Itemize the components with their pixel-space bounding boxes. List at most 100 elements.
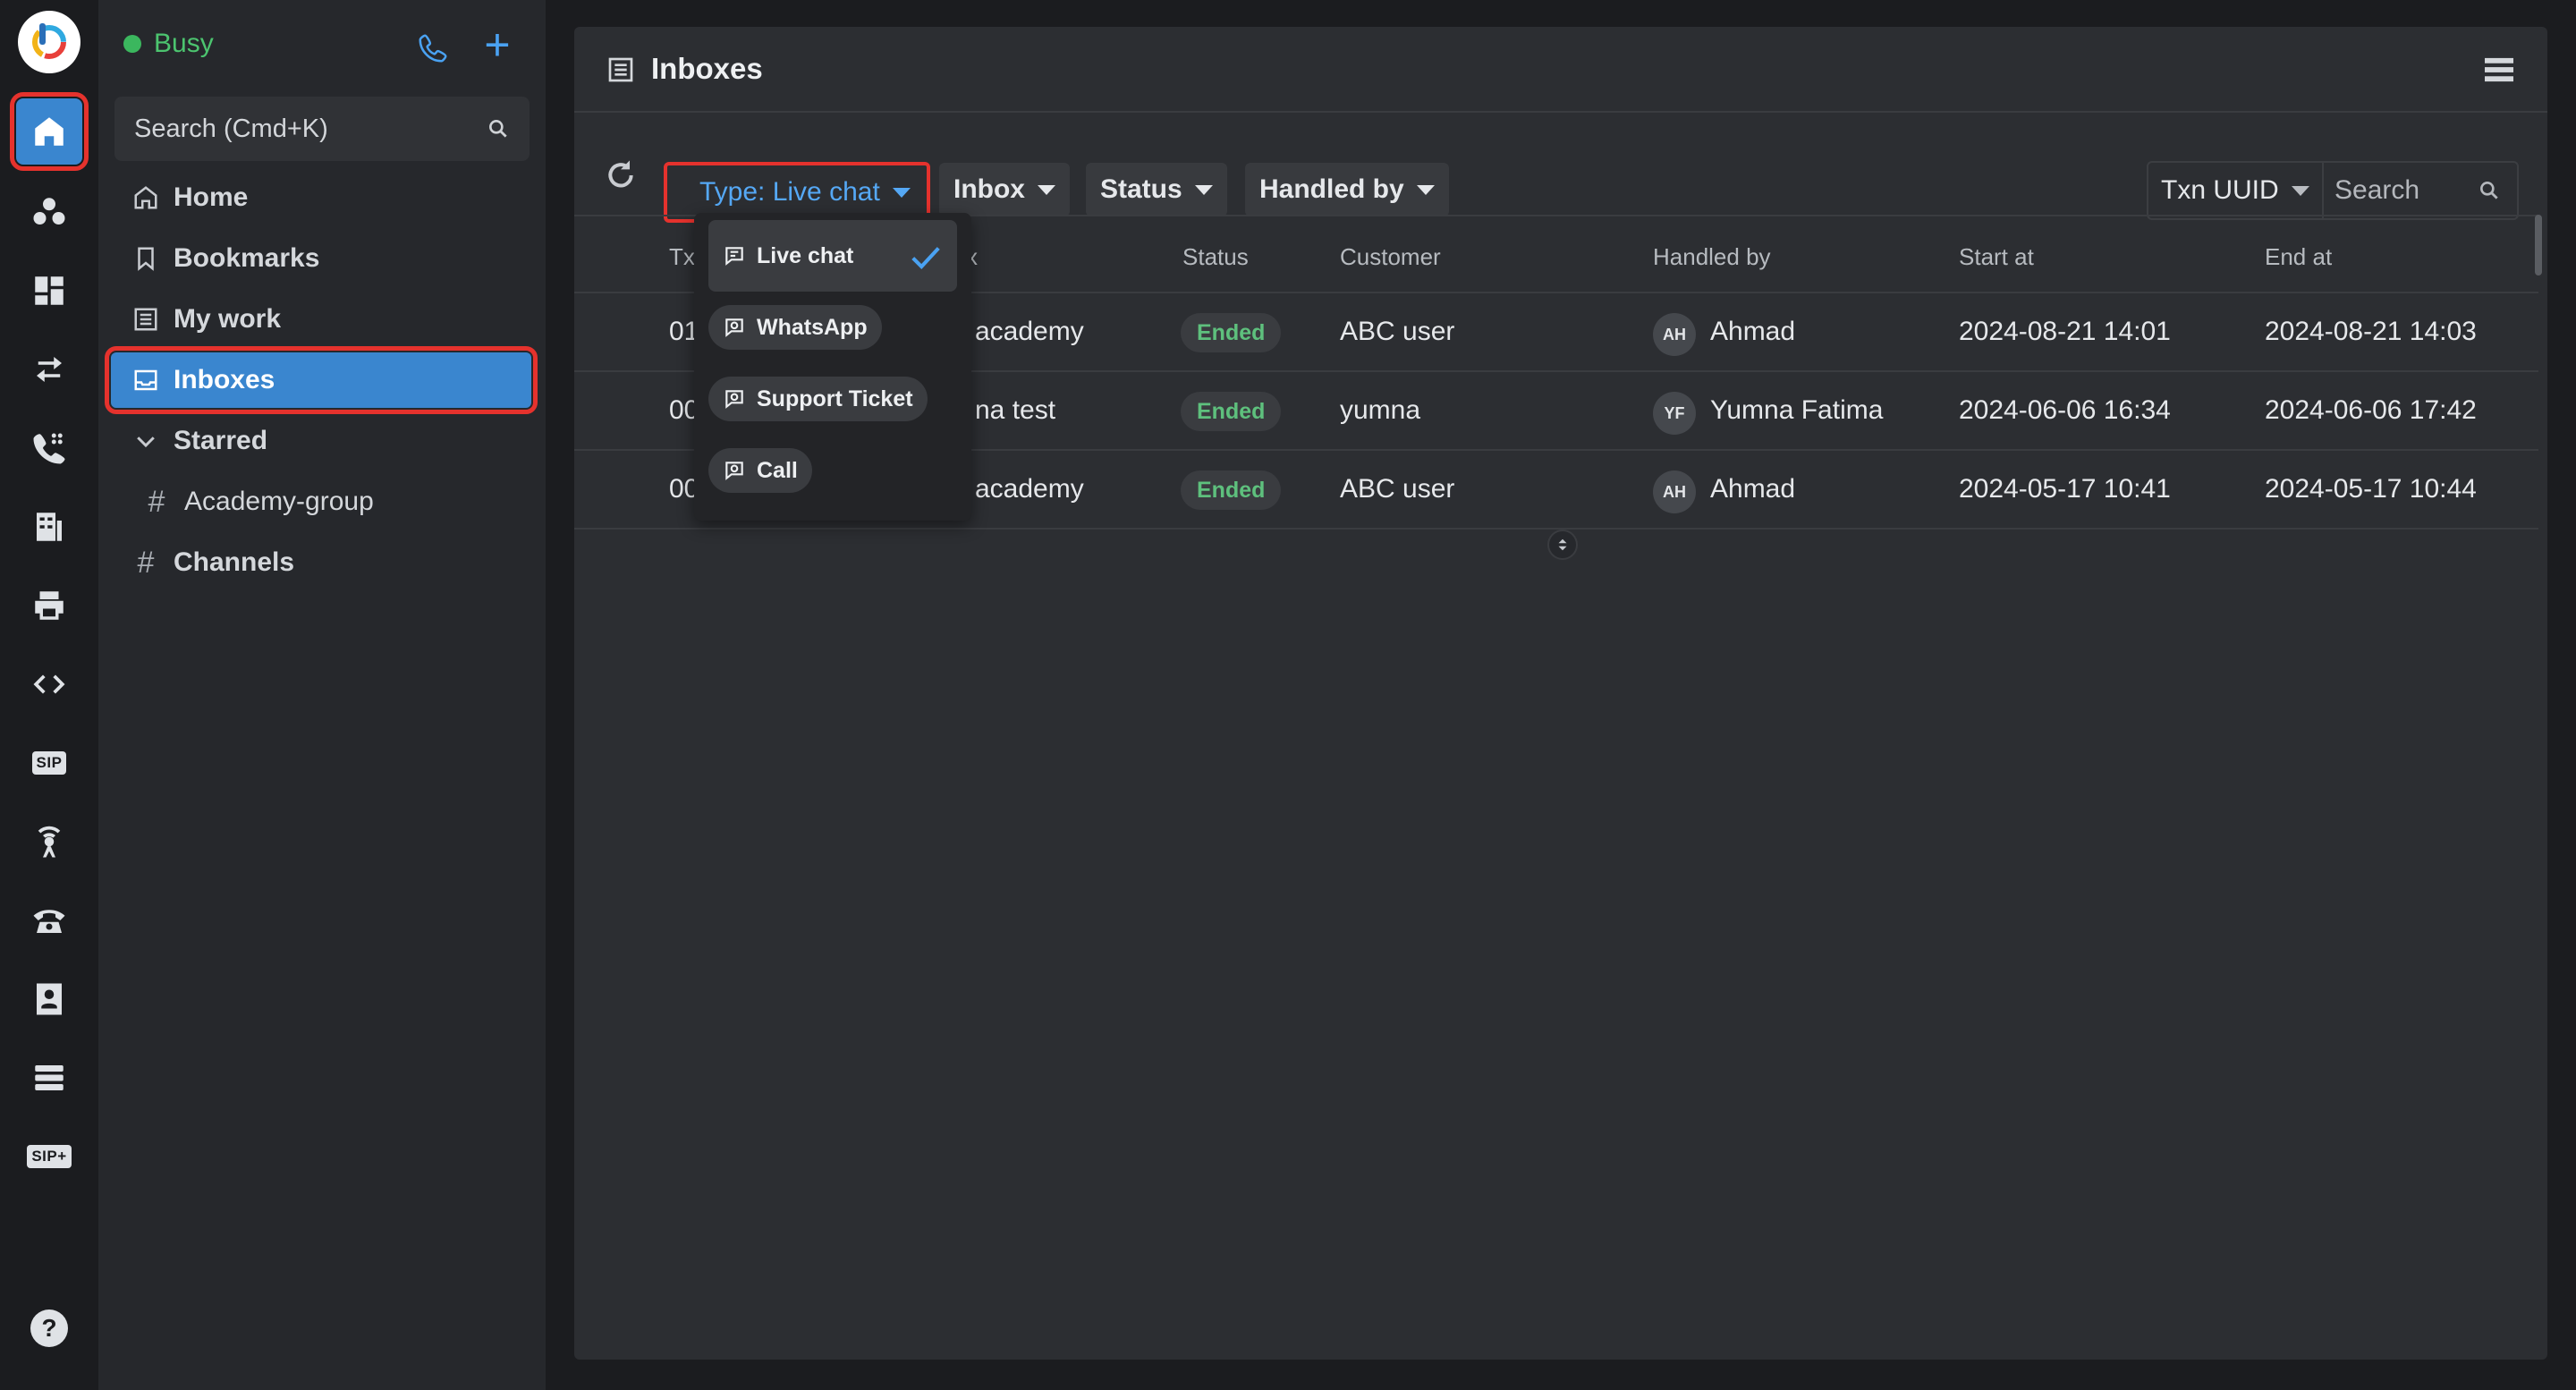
customer-cell: ABC user [1340,474,1455,504]
sip-plus-icon: SIP+ [27,1145,72,1168]
server-stack-icon [35,1065,64,1090]
type-chip: Call [708,448,812,493]
home-outline-icon [134,186,157,209]
sidebar-item-label: Home [174,182,249,212]
column-header-end-at[interactable]: End at [2265,243,2332,271]
caret-down-icon [1416,184,1435,195]
customer-cell: ABC user [1340,317,1455,346]
chevron-down-icon [137,436,155,448]
sidebar-section-starred[interactable]: Starred [111,413,531,469]
home-icon [35,117,64,146]
rail-reports[interactable] [16,494,82,560]
agent-cell: Yumna Fatima [1710,395,1884,425]
type-option-label: Support Ticket [757,386,913,411]
sidebar-item-academy-group[interactable]: # Academy-group [111,474,531,530]
rail-transfer[interactable] [16,336,82,403]
type-chip: WhatsApp [708,305,882,350]
type-option-whatsapp[interactable]: WhatsApp [708,292,882,363]
status-label: Busy [154,29,214,58]
sip-icon: SIP [31,751,67,775]
agent-cell: Ahmad [1710,474,1796,504]
users-group-icon [33,198,65,225]
rail-code[interactable] [16,651,82,717]
search-field-select[interactable]: Txn UUID [2148,163,2324,218]
page-title: Inboxes [651,52,763,85]
rail-broadcast[interactable] [16,809,82,875]
sidebar: Busy + Search (Cmd+K) Home Bookmarks My … [98,0,546,1390]
handled-by-filter[interactable]: Handled by [1245,163,1449,216]
resize-handle[interactable] [1547,530,1578,560]
rail-sip-plus[interactable]: SIP+ [16,1123,82,1190]
sidebar-item-home[interactable]: Home [111,170,531,225]
sidebar-item-inboxes[interactable]: Inboxes [105,346,538,414]
status-badge: Ended [1181,313,1282,352]
type-option-call[interactable]: Call [708,435,812,506]
broadcast-tower-icon [38,826,61,858]
refresh-icon[interactable] [603,157,639,193]
add-button[interactable]: + [478,22,517,67]
caret-down-icon [1194,184,1213,195]
help-icon: ? [30,1309,68,1347]
sidebar-item-label: Bookmarks [174,243,320,273]
txn-search-placeholder: Search [2334,175,2420,205]
start-cell: 2024-05-17 10:41 [1959,474,2171,504]
hamburger-menu-icon[interactable] [2483,55,2515,84]
end-cell: 2024-06-06 17:42 [2265,395,2477,425]
hash-icon: # [137,545,155,580]
inbox-cell: academy [975,474,1084,504]
resize-arrows-icon [1558,538,1567,551]
column-header-txn[interactable]: Tx [669,243,695,271]
phone-keypad-icon [33,433,65,464]
table-scrollbar[interactable] [2535,215,2542,275]
column-header-start-at[interactable]: Start at [1959,243,2034,271]
search-icon [489,120,507,138]
customer-cell: yumna [1340,395,1421,425]
avatar: AH [1653,313,1696,356]
caret-down-icon [1038,184,1055,195]
type-option-live-chat[interactable]: Live chat [708,220,957,292]
contact-card-icon [37,983,62,1015]
rail-print[interactable] [16,572,82,639]
sidebar-item-bookmarks[interactable]: Bookmarks [111,231,531,286]
txn-search-input[interactable]: Search [2324,175,2517,206]
rail-servers[interactable] [16,1045,82,1111]
column-header-customer[interactable]: Customer [1340,243,1441,271]
dialer-button[interactable] [413,29,453,68]
sidebar-search[interactable]: Search (Cmd+K) [114,97,530,161]
sidebar-item-label: Academy-group [184,487,374,516]
agent-cell: Ahmad [1710,317,1796,346]
panel-header: Inboxes [574,27,2547,113]
rail-teams[interactable] [16,179,82,245]
rail-dashboard[interactable] [16,258,82,324]
rail-telephone[interactable] [16,887,82,954]
search-icon [2480,182,2498,199]
caret-down-icon [2291,185,2309,196]
call-icon [725,462,743,480]
rail-sip[interactable]: SIP [16,730,82,796]
sidebar-item-my-work[interactable]: My work [111,292,531,347]
type-option-support-ticket[interactable]: Support Ticket [708,363,928,435]
column-header-handled-by[interactable]: Handled by [1653,243,1771,271]
column-header-status[interactable]: Status [1182,243,1249,271]
avatar: YF [1653,392,1696,435]
app-logo[interactable] [18,11,80,73]
rail-calls[interactable] [16,415,82,481]
transfer-arrows-icon [37,357,62,382]
status-dot [123,35,141,53]
sidebar-item-channels[interactable]: # Channels [111,535,531,590]
type-filter-label: Type: Live chat [699,177,880,207]
whatsapp-icon [725,318,743,337]
rail-contacts[interactable] [16,966,82,1032]
handled-by-filter-label: Handled by [1259,174,1404,204]
telephone-icon [33,910,65,933]
rail-help[interactable]: ? [16,1295,82,1361]
presence-status[interactable]: Busy [123,29,214,59]
status-filter-label: Status [1100,174,1182,204]
rail-home[interactable] [10,92,89,171]
bookmark-icon [138,247,154,271]
sidebar-item-label: My work [174,304,282,334]
start-cell: 2024-08-21 14:01 [1959,317,2171,346]
status-badge: Ended [1181,470,1282,510]
status-filter[interactable]: Status [1086,163,1227,216]
inbox-filter[interactable]: Inbox [939,163,1070,216]
